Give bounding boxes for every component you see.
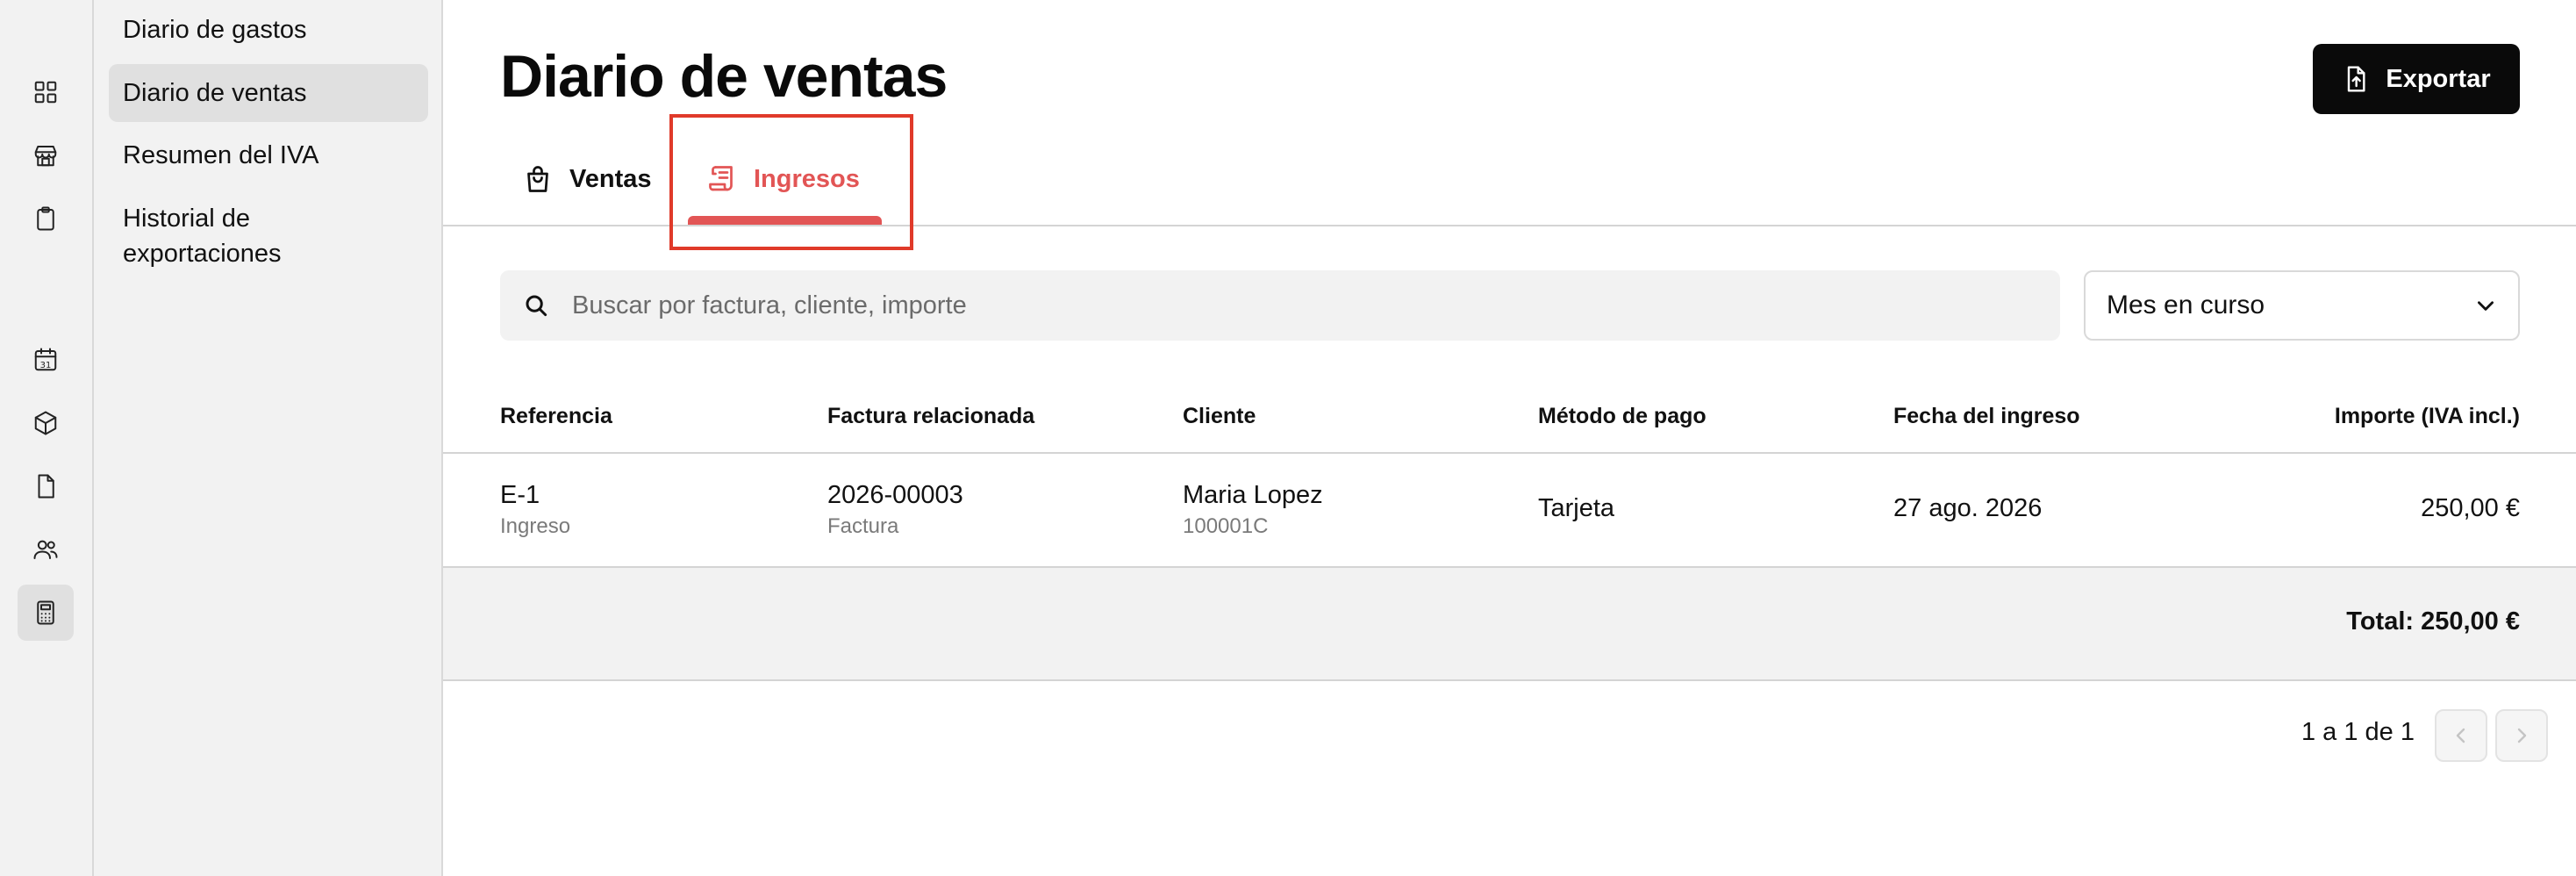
calendar-icon[interactable]: 31 bbox=[18, 332, 74, 388]
svg-text:31: 31 bbox=[40, 361, 52, 370]
period-filter-dropdown[interactable]: Mes en curso bbox=[2084, 270, 2520, 341]
table-row[interactable]: E-1 Ingreso 2026-00003 Factura Maria Lop… bbox=[443, 455, 2576, 568]
icon-rail: 31 bbox=[0, 0, 94, 876]
tab-ventas[interactable]: Ventas bbox=[522, 132, 652, 226]
search-input[interactable] bbox=[572, 291, 1976, 320]
column-header-factura[interactable]: Factura relacionada bbox=[827, 404, 1034, 429]
previous-page-button[interactable] bbox=[2435, 709, 2487, 762]
chevron-down-icon bbox=[2478, 301, 2494, 311]
clipboard-icon[interactable] bbox=[18, 190, 74, 247]
main-content: Diario de ventas Exportar Ventas Ingreso… bbox=[443, 0, 2576, 876]
period-filter-value: Mes en curso bbox=[2107, 291, 2265, 320]
file-upload-icon bbox=[2348, 66, 2365, 92]
chevron-right-icon bbox=[2517, 728, 2527, 743]
users-icon[interactable] bbox=[18, 521, 74, 578]
next-page-button[interactable] bbox=[2495, 709, 2548, 762]
cell-reference: E-1 bbox=[500, 481, 540, 509]
subnav-item-diario-ventas[interactable]: Diario de ventas bbox=[109, 64, 428, 122]
tab-ingresos-highlight-box bbox=[669, 114, 913, 250]
dashboard-icon[interactable] bbox=[18, 64, 74, 120]
search-icon bbox=[526, 295, 547, 317]
cell-invoice-type: Factura bbox=[827, 514, 899, 538]
cell-payment-method: Tarjeta bbox=[1538, 494, 1615, 522]
cell-amount: 250,00 € bbox=[2421, 494, 2520, 522]
chevron-left-icon bbox=[2456, 728, 2465, 743]
cell-client-id: 100001C bbox=[1183, 514, 1269, 538]
subnav-item-historial-exportaciones[interactable]: Historial de exportaciones bbox=[109, 201, 337, 271]
cell-invoice: 2026-00003 bbox=[827, 481, 963, 509]
page-title: Diario de ventas bbox=[500, 43, 948, 110]
column-header-fecha[interactable]: Fecha del ingreso bbox=[1893, 404, 2080, 429]
subnav-item-resumen-iva[interactable]: Resumen del IVA bbox=[109, 138, 428, 173]
export-button-label: Exportar bbox=[2386, 64, 2491, 93]
secondary-nav: Diario de gastos Diario de ventas Resume… bbox=[94, 0, 443, 876]
column-header-importe[interactable]: Importe (IVA incl.) bbox=[2335, 404, 2520, 429]
store-icon[interactable] bbox=[18, 127, 74, 183]
cell-client: Maria Lopez bbox=[1183, 481, 1323, 509]
table-total-row: Total: 250,00 € bbox=[443, 568, 2576, 681]
table-header: Referencia Factura relacionada Cliente M… bbox=[443, 386, 2576, 454]
search-box[interactable] bbox=[500, 270, 2060, 341]
column-header-referencia[interactable]: Referencia bbox=[500, 404, 612, 429]
subnav-item-diario-gastos[interactable]: Diario de gastos bbox=[109, 12, 428, 47]
calculator-icon[interactable] bbox=[18, 585, 74, 641]
document-icon[interactable] bbox=[18, 458, 74, 514]
pagination-status: 1 a 1 de 1 bbox=[2301, 718, 2415, 746]
shopping-bag-icon bbox=[527, 166, 548, 192]
export-button[interactable]: Exportar bbox=[2313, 44, 2520, 114]
cell-date: 27 ago. 2026 bbox=[1893, 494, 2043, 522]
column-header-metodo-pago[interactable]: Método de pago bbox=[1538, 404, 1707, 429]
cell-reference-type: Ingreso bbox=[500, 514, 571, 538]
tab-ventas-label: Ventas bbox=[569, 164, 652, 193]
total-amount: Total: 250,00 € bbox=[2346, 607, 2520, 635]
column-header-cliente[interactable]: Cliente bbox=[1183, 404, 1256, 429]
box-icon[interactable] bbox=[18, 395, 74, 451]
